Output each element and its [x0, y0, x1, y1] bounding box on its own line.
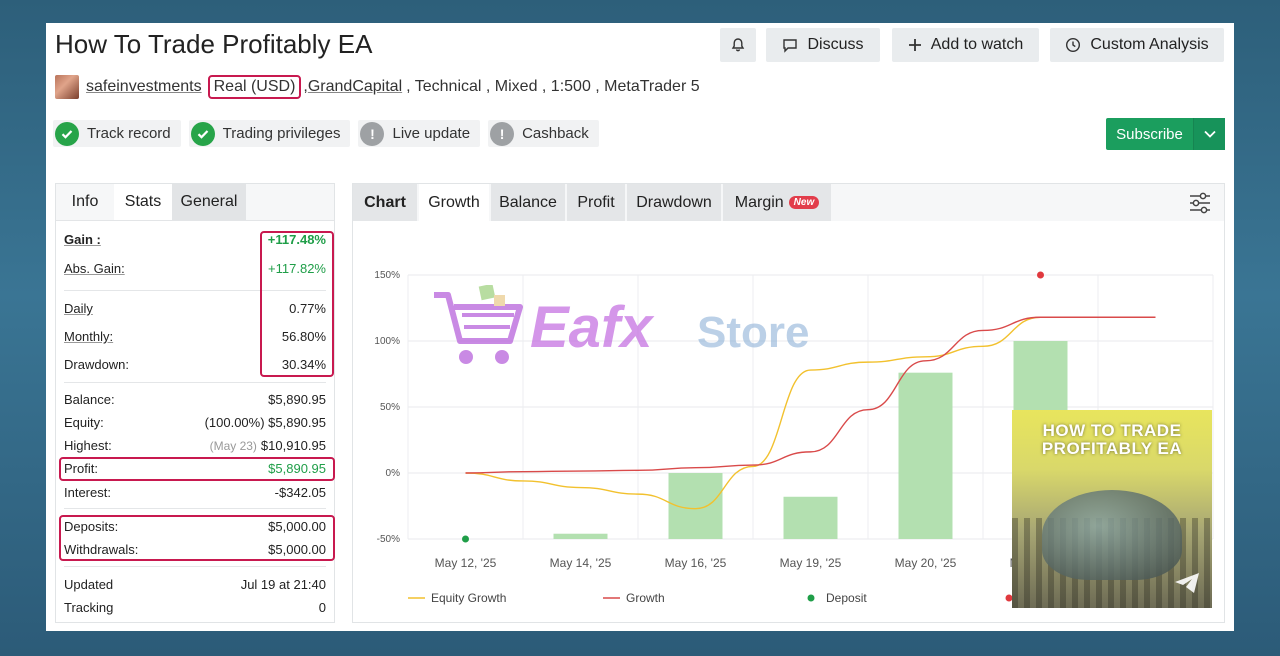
stat-highest: Highest: (May 23) $10,910.95 — [64, 438, 326, 453]
add-to-watch-button[interactable]: Add to watch — [892, 28, 1039, 62]
plus-icon — [908, 39, 921, 51]
x-tick-label: May 14, '25 — [550, 556, 612, 570]
stat-updated: Updated Jul 19 at 21:40 — [64, 577, 326, 592]
y-tick-label: 100% — [374, 336, 400, 347]
legend-label: Deposit — [826, 591, 867, 605]
tab-margin[interactable]: Margin New — [723, 184, 831, 221]
legend-swatch — [807, 594, 815, 602]
badge-label: Live update — [392, 125, 471, 142]
chart-tabs: Chart Growth Balance Profit Drawdown Mar… — [353, 184, 1224, 221]
withdrawal-point — [1037, 271, 1044, 279]
bell-icon — [731, 38, 745, 52]
badge-label: Trading privileges — [222, 125, 341, 142]
x-tick-label: May 12, '25 — [435, 556, 497, 570]
y-tick-label: 50% — [380, 402, 400, 413]
y-tick-label: 0% — [386, 468, 401, 479]
x-tick-label: May 16, '25 — [665, 556, 727, 570]
exclamation-icon: ! — [490, 121, 515, 146]
deposit-point — [462, 535, 469, 543]
comment-icon — [783, 39, 798, 53]
stat-equity: Equity: (100.00%) $5,890.95 — [64, 415, 326, 430]
tab-chart[interactable]: Chart — [353, 184, 417, 221]
cart-icon — [434, 283, 523, 364]
telegram-icon — [1175, 573, 1199, 593]
tab-info[interactable]: Info — [56, 184, 114, 220]
stat-balance: Balance: $5,890.95 — [64, 392, 326, 407]
notification-button[interactable] — [720, 28, 756, 62]
highest-date: (May 23) — [209, 439, 257, 453]
x-tick-label: May 20, '25 — [895, 556, 957, 570]
profit-bar — [783, 496, 838, 539]
product-thumbnail: HOW TO TRADE PROFITABLY EA — [1012, 410, 1212, 608]
subscribe-button[interactable]: Subscribe — [1106, 118, 1225, 150]
watermark-text-1: Eafx — [530, 295, 655, 360]
y-tick-label: -50% — [377, 534, 400, 545]
badge-label: Cashback — [522, 125, 589, 142]
badge-track-record: Track record — [53, 120, 181, 147]
custom-analysis-button[interactable]: Custom Analysis — [1050, 28, 1224, 62]
badge-label: Track record — [87, 125, 171, 142]
badge-cashback: ! Cashback — [488, 120, 599, 147]
watermark-text-2: Store — [697, 308, 809, 357]
thumb-line-1: HOW TO TRADE — [1042, 421, 1182, 440]
avatar[interactable] — [55, 75, 79, 99]
badge-trading-privileges: Trading privileges — [188, 120, 351, 147]
badge-row: Track record Trading privileges ! Live u… — [53, 120, 599, 147]
thumb-line-2: PROFITABLY EA — [1041, 439, 1183, 458]
username-link[interactable]: safeinvestments — [86, 78, 202, 96]
legend-label: Equity Growth — [431, 591, 506, 605]
discuss-label: Discuss — [807, 36, 864, 53]
exclamation-icon: ! — [360, 121, 385, 146]
highlight-box — [59, 515, 335, 561]
tab-drawdown[interactable]: Drawdown — [627, 184, 721, 221]
highlight-box — [260, 231, 334, 377]
tab-balance[interactable]: Balance — [491, 184, 565, 221]
add-watch-label: Add to watch — [930, 36, 1024, 53]
stats-tabs: Info Stats General — [56, 184, 334, 221]
new-badge: New — [788, 196, 820, 209]
margin-label: Margin — [734, 193, 784, 211]
page-title: How To Trade Profitably EA — [55, 29, 373, 59]
tab-stats[interactable]: Stats — [114, 184, 172, 220]
discuss-button[interactable]: Discuss — [766, 28, 880, 62]
profit-bar — [898, 372, 953, 539]
whale-image — [1042, 490, 1182, 580]
watermark-logo: Eafx Store — [432, 283, 852, 385]
tab-growth[interactable]: Growth — [419, 184, 489, 221]
settings-sliders-icon[interactable] — [1188, 192, 1212, 219]
chevron-down-icon[interactable] — [1193, 118, 1225, 150]
broker-link[interactable]: GrandCapital — [308, 78, 402, 96]
stat-interest: Interest: -$342.05 — [64, 485, 326, 500]
subscribe-label: Subscribe — [1116, 125, 1183, 143]
y-tick-label: 150% — [374, 270, 400, 281]
stats-panel: Info Stats General Gain : +117.48% Abs. … — [55, 183, 335, 623]
check-icon — [190, 121, 215, 146]
meta-details: , Technical , Mixed , 1:500 , MetaTrader… — [406, 78, 700, 95]
x-tick-label: May 19, '25 — [780, 556, 842, 570]
legend-label: Growth — [626, 591, 665, 605]
account-type: Real (USD) — [207, 75, 302, 99]
system-meta: safeinvestments Real (USD), GrandCapital… — [55, 73, 700, 101]
badge-live-update: ! Live update — [358, 120, 481, 147]
tab-profit[interactable]: Profit — [567, 184, 625, 221]
custom-analysis-label: Custom Analysis — [1090, 36, 1209, 53]
clock-icon — [1066, 37, 1081, 53]
tab-general[interactable]: General — [172, 184, 246, 220]
check-icon — [55, 121, 79, 146]
profit-bar — [553, 533, 608, 539]
highlight-box — [59, 457, 335, 481]
stat-tracking: Tracking 0 — [64, 600, 326, 615]
